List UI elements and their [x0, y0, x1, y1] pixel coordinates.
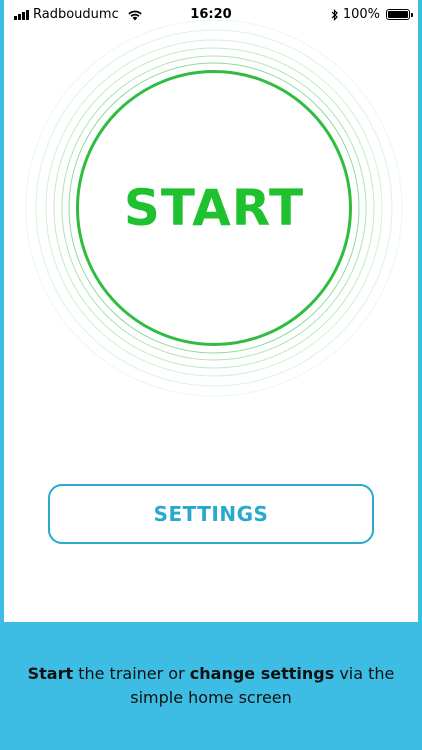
settings-button[interactable]: SETTINGS — [48, 484, 374, 544]
start-button[interactable]: START — [76, 70, 352, 346]
promo-caption: Start the trainer or change settings via… — [20, 662, 402, 710]
caption-change-settings: change settings — [189, 664, 335, 683]
phone-screen: Radboudumc 16:20 100% START SETTINGS — [4, 0, 418, 622]
start-label: START — [123, 179, 305, 237]
caption-start: Start — [27, 664, 74, 683]
promo-frame: Radboudumc 16:20 100% START SETTINGS Sta… — [0, 0, 422, 750]
caption-text-1: the trainer or — [73, 664, 190, 683]
settings-label: SETTINGS — [153, 502, 269, 526]
